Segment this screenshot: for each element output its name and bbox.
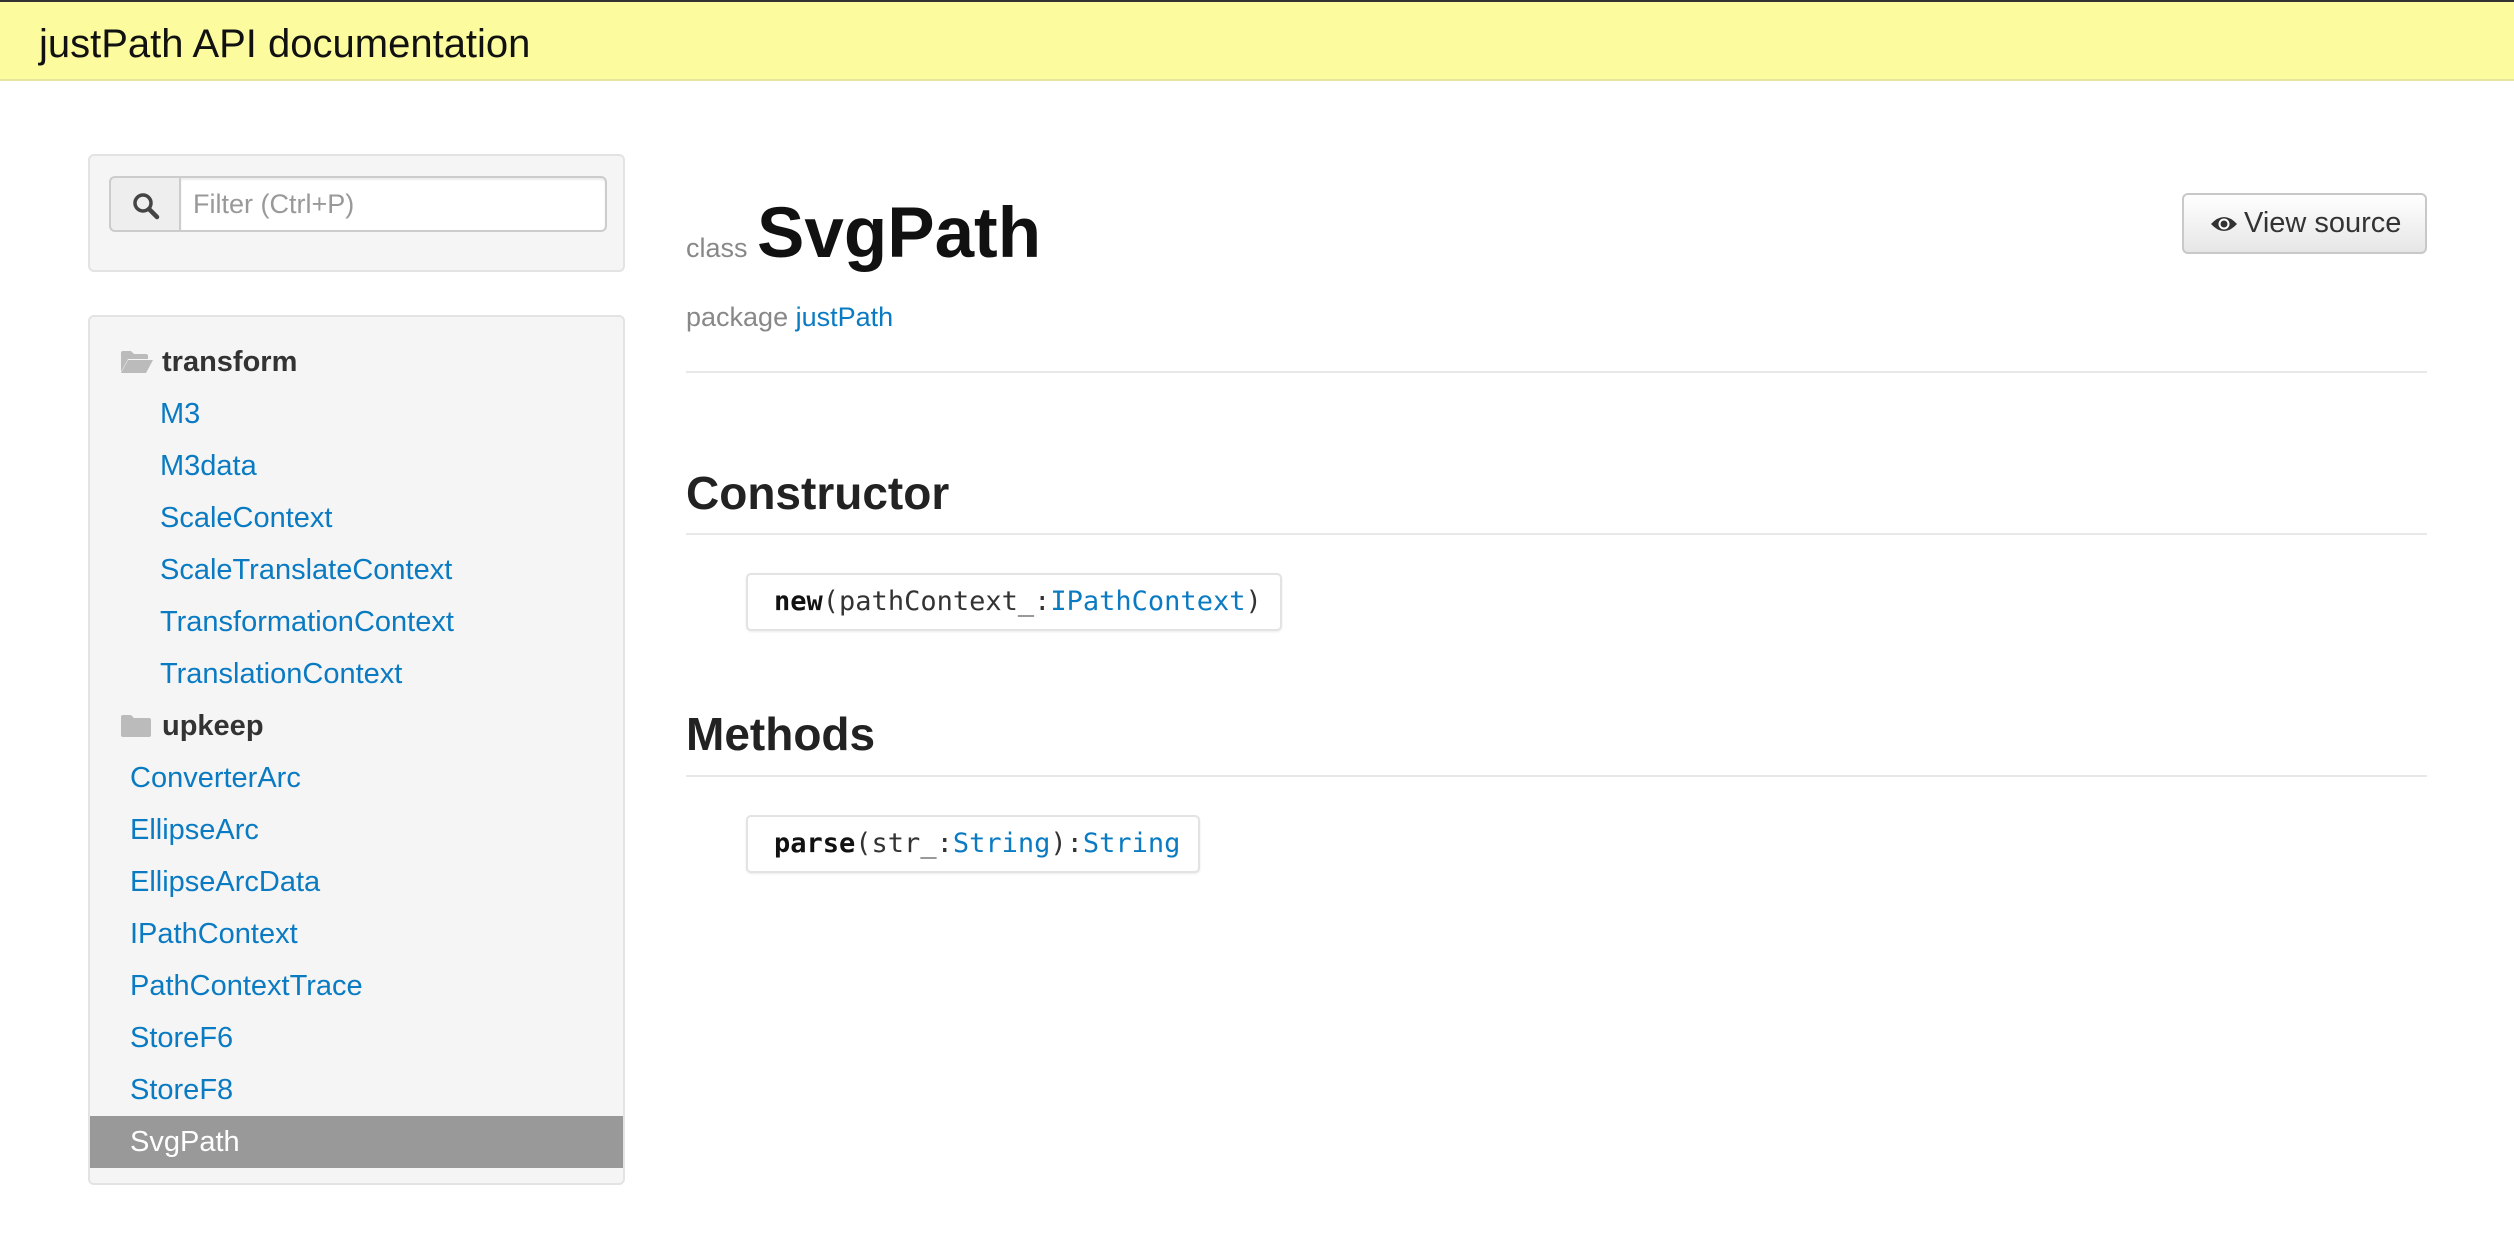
nav-link[interactable]: EllipseArc [130,804,259,856]
view-source-button[interactable]: View source [2182,193,2427,254]
sidebar-item-translationcontext[interactable]: TranslationContext [90,648,623,700]
folder-label: transform [162,346,298,378]
sidebar-nav: transform M3 M3data ScaleContext ScaleTr… [88,315,625,1185]
sidebar-item-ipathcontext[interactable]: IPathContext [90,908,623,960]
eye-icon [2211,217,2237,231]
method-signature: parse(str_:String):String [746,815,1201,873]
page-header-title: justPath API documentation [39,22,531,66]
paren: ): [1050,828,1083,859]
nav-link[interactable]: TransformationContext [160,596,454,648]
nav-link[interactable]: PathContextTrace [130,960,363,1012]
param-type: String [952,828,1051,859]
search-icon [109,176,179,232]
nav-link[interactable]: ScaleTranslateContext [160,544,452,596]
filter-input[interactable] [179,176,607,232]
colon: : [936,828,953,859]
param-name: pathContext_ [839,586,1035,617]
divider [686,533,2427,535]
sidebar-item-m3[interactable]: M3 [90,388,623,440]
nav-link[interactable]: StoreF6 [130,1012,233,1064]
paren: ) [1245,586,1262,617]
nav-link[interactable]: EllipseArcData [130,856,320,908]
view-source-label: View source [2244,207,2402,239]
paren: ( [855,828,872,859]
method-name: parse [774,828,856,859]
sidebar-item-svgpath[interactable]: SvgPath [90,1116,623,1168]
nav-link[interactable]: ScaleContext [160,492,333,544]
methods-heading: Methods [686,708,876,760]
paren: ( [822,586,840,617]
folder-open-icon [121,351,153,373]
nav-link[interactable]: TranslationContext [160,648,402,700]
constructor-name: new [774,586,823,617]
sidebar-item-scaletranslatecontext[interactable]: ScaleTranslateContext [90,544,623,596]
divider [686,371,2427,373]
sidebar-item-pathcontexttrace[interactable]: PathContextTrace [90,960,623,1012]
constructor-heading: Constructor [686,467,950,519]
param-name: str_ [871,828,937,859]
nav-link[interactable]: StoreF8 [130,1064,233,1116]
package-line: package justPath [686,302,893,333]
sidebar-item-transformationcontext[interactable]: TransformationContext [90,596,623,648]
sidebar-item-converterarc[interactable]: ConverterArc [90,752,623,804]
sidebar-item-scalecontext[interactable]: ScaleContext [90,492,623,544]
sidebar-item-ellipsearcdata[interactable]: EllipseArcData [90,856,623,908]
package-link[interactable]: justPath [796,302,894,332]
page-title: SvgPath [757,194,1042,273]
sidebar-item-ellipsearc[interactable]: EllipseArc [90,804,623,856]
nav-link-active[interactable]: SvgPath [130,1116,240,1168]
divider [686,775,2427,777]
nav-link[interactable]: M3 [160,388,200,440]
nav-link[interactable]: ConverterArc [130,752,301,804]
return-type: String [1082,828,1181,859]
nav-link[interactable]: IPathContext [130,908,298,960]
package-label: package [686,302,789,332]
kind-label: class [686,233,748,263]
filter-panel [88,154,625,272]
folder-label: upkeep [162,710,264,742]
sidebar-item-storef6[interactable]: StoreF6 [90,1012,623,1064]
sidebar-item-storef8[interactable]: StoreF8 [90,1064,623,1116]
param-type-link[interactable]: IPathContext [1050,586,1245,617]
sidebar-item-m3data[interactable]: M3data [90,440,623,492]
folder-closed-icon [121,715,151,737]
sidebar-folder-transform[interactable]: transform [90,336,623,388]
top-header-bar: justPath API documentation [0,0,2514,81]
nav-link[interactable]: M3data [160,440,257,492]
sidebar-folder-upkeep[interactable]: upkeep [90,700,623,752]
constructor-signature: new(pathContext_:IPathContext) [746,573,1282,631]
colon: : [1034,586,1051,617]
